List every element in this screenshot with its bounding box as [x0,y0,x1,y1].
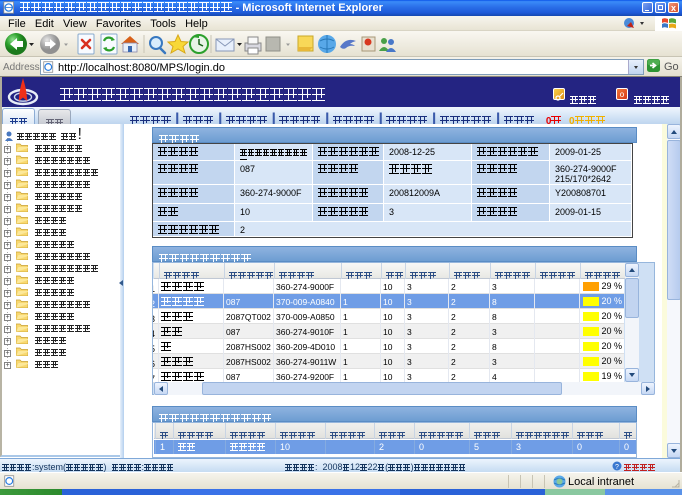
svg-text:?: ? [615,464,619,471]
